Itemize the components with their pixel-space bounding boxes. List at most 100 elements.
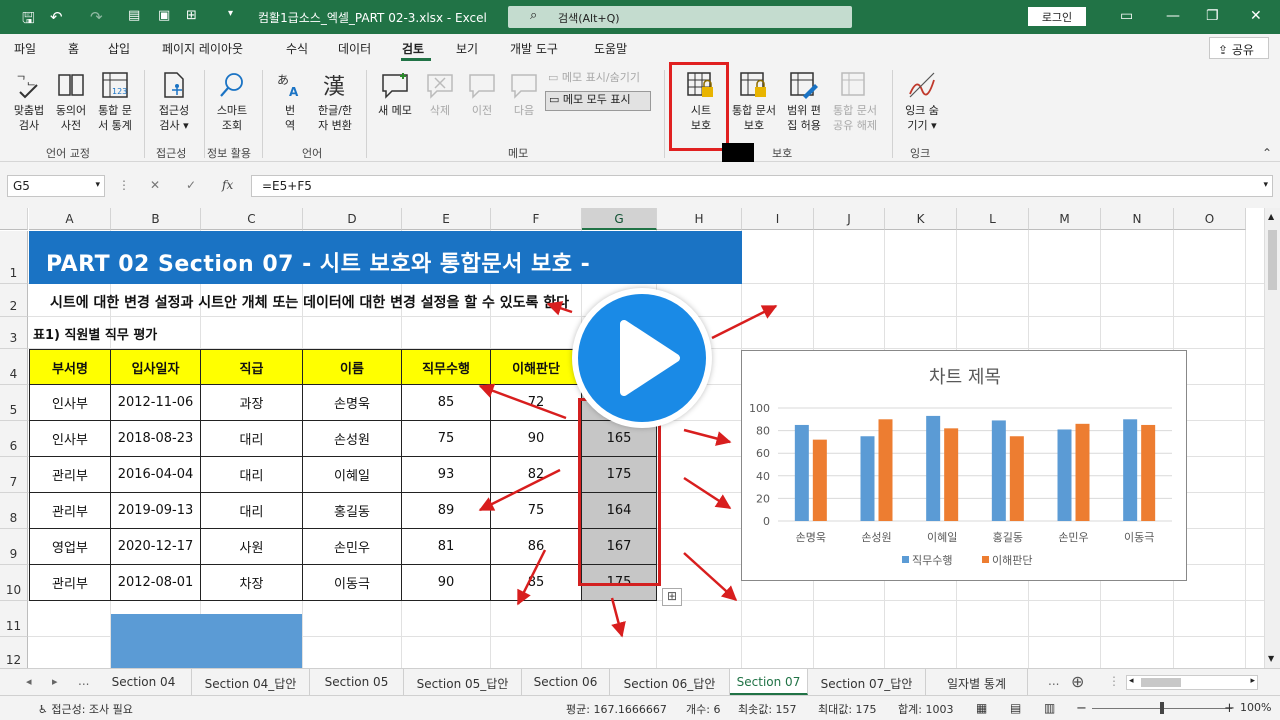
smart-lookup-button[interactable]: 스마트 조회: [210, 70, 254, 133]
menu-review[interactable]: 검토: [402, 40, 424, 57]
enter-icon[interactable]: ✓: [186, 178, 196, 192]
menu-developer[interactable]: 개발 도구: [510, 40, 558, 57]
quick-action-icon[interactable]: ▣: [158, 8, 170, 23]
ribbon-display-icon[interactable]: ▭: [1120, 8, 1133, 24]
arrow: [683, 552, 738, 602]
horizontal-scrollbar[interactable]: ◂ ▸: [1126, 675, 1258, 690]
separator: [204, 70, 205, 158]
search-box[interactable]: ⌕ 검색(Alt+Q): [508, 6, 852, 28]
spelling-icon: ᄀᆫ: [16, 74, 38, 99]
minimize-icon[interactable]: —: [1166, 8, 1180, 24]
arrow: [711, 304, 778, 340]
video-play-button[interactable]: [572, 288, 712, 428]
formula-input[interactable]: =E5+F5 ▾: [251, 175, 1273, 197]
menu-formulas[interactable]: 수식: [286, 40, 308, 57]
format-painter-icon[interactable]: ▤: [128, 8, 140, 23]
page-layout-view-icon[interactable]: ▤: [1010, 701, 1021, 715]
separator: [366, 70, 367, 158]
sheet-tab[interactable]: Section 06_답안: [610, 669, 730, 695]
separator: [144, 70, 145, 158]
allow-edit-ranges-button[interactable]: 범위 편 집 허용: [782, 70, 826, 133]
page-break-view-icon[interactable]: ▥: [1044, 701, 1055, 715]
close-icon[interactable]: ✕: [1250, 8, 1262, 24]
sheet-tab[interactable]: Section 04: [96, 669, 192, 695]
next-memo-label: 다음: [513, 104, 535, 117]
save-icon[interactable]: 🖫: [22, 8, 35, 33]
tab-split-icon[interactable]: ⋮: [1108, 674, 1120, 688]
scroll-down-icon[interactable]: ▼: [1268, 654, 1274, 663]
zoom-slider-thumb[interactable]: [1160, 702, 1164, 714]
redo-icon[interactable]: ↷: [90, 8, 103, 26]
cancel-icon[interactable]: ✕: [150, 178, 160, 192]
undo-icon[interactable]: ↶: [50, 8, 63, 26]
sheet-tab[interactable]: Section 05_답안: [404, 669, 522, 695]
group-insights: 정보 활용: [207, 147, 251, 160]
sheet-tab[interactable]: Section 07: [730, 669, 808, 695]
vertical-scrollbar[interactable]: ▲ ▼: [1264, 208, 1280, 668]
tab-scroll-right-icon[interactable]: ▸: [52, 675, 58, 688]
sheet-tab[interactable]: Section 06: [522, 669, 610, 695]
name-box-dropdown-icon[interactable]: ▾: [95, 180, 100, 190]
add-sheet-icon[interactable]: ⊕: [1071, 672, 1084, 691]
svg-text:漢: 漢: [323, 75, 345, 100]
sheet-tab[interactable]: Section 07_답안: [808, 669, 926, 695]
print-preview-icon[interactable]: ⊞: [186, 8, 197, 23]
insert-function-icon[interactable]: fx: [222, 178, 233, 192]
zoom-level[interactable]: 100%: [1240, 701, 1271, 714]
workbook-statistics-button[interactable]: 123 통합 문 서 통계: [92, 70, 138, 133]
restore-icon[interactable]: ❐: [1206, 8, 1219, 24]
delete-memo-button[interactable]: 삭제: [420, 70, 460, 118]
sheet-tab[interactable]: 일자별 통계: [926, 669, 1028, 695]
normal-view-icon[interactable]: ▦: [976, 701, 987, 715]
protect-workbook-button[interactable]: 통합 문서 보호: [728, 70, 780, 133]
unshare-workbook-button[interactable]: 통합 문서 공유 해제: [828, 70, 882, 133]
login-button[interactable]: 로그인: [1028, 7, 1086, 26]
check-accessibility-button[interactable]: 접근성 검사 ▾: [150, 70, 198, 133]
hscroll-right-icon[interactable]: ▸: [1250, 676, 1255, 686]
share-button[interactable]: ⇪ 공유: [1209, 37, 1269, 59]
separator: [262, 70, 263, 158]
name-box[interactable]: G5 ▾: [7, 175, 105, 197]
translate-button[interactable]: あA 번 역: [270, 70, 310, 133]
protect-workbook-label: 통합 문서 보호: [732, 104, 776, 132]
accessibility-status[interactable]: ♿ 접근성: 조사 필요: [38, 701, 133, 717]
scroll-thumb[interactable]: [1268, 230, 1277, 290]
show-all-memos-button[interactable]: ▭ 메모 모두 표시: [545, 91, 651, 111]
customize-qat-icon[interactable]: ▾: [228, 8, 233, 19]
arrow: [610, 597, 626, 638]
new-memo-button[interactable]: 새 메모: [372, 70, 418, 118]
protect-sheet-highlight: [669, 62, 729, 151]
hscroll-left-icon[interactable]: ◂: [1129, 676, 1134, 686]
menu-view[interactable]: 보기: [456, 40, 478, 57]
menu-bar: 파일 홈 삽입 페이지 레이아웃 수식 데이터 검토 보기 개발 도구 도움말 …: [0, 34, 1280, 62]
sheet-tab[interactable]: Section 04_답안: [192, 669, 310, 695]
scroll-up-icon[interactable]: ▲: [1268, 212, 1274, 221]
sheet-tab-bar: ◂ ▸ ... Section 04 Section 04_답안 Section 0…: [0, 668, 1280, 695]
hscroll-thumb[interactable]: [1141, 678, 1181, 687]
spelling-button[interactable]: ᄀᆫ 맞춤법 검사: [8, 70, 50, 133]
zoom-out-icon[interactable]: −: [1076, 701, 1087, 716]
tab-more-left[interactable]: ...: [78, 674, 89, 688]
next-memo-icon: [511, 74, 537, 99]
collapse-ribbon-icon[interactable]: ⌃: [1262, 146, 1272, 160]
menu-help[interactable]: 도움말: [594, 40, 627, 57]
menu-home[interactable]: 홈: [68, 40, 79, 57]
hide-ink-button[interactable]: 잉크 숨 기기 ▾: [898, 70, 946, 133]
tab-scroll-left-icon[interactable]: ◂: [26, 675, 32, 688]
menu-page-layout[interactable]: 페이지 레이아웃: [162, 40, 243, 57]
thesaurus-button[interactable]: 동의어 사전: [50, 70, 92, 133]
menu-insert[interactable]: 삽입: [108, 40, 130, 57]
arrow: [478, 468, 561, 512]
previous-memo-button[interactable]: 이전: [462, 70, 502, 118]
zoom-in-icon[interactable]: +: [1224, 701, 1235, 716]
arrow: [478, 383, 567, 420]
sheet-tab[interactable]: Section 05: [310, 669, 404, 695]
tab-more-right[interactable]: ...: [1048, 674, 1059, 688]
worksheet-grid[interactable]: ABCDEFGHIJKLMNO 12345678910111213 PART 0…: [0, 208, 1280, 668]
toggle-memo-button[interactable]: ▭ 메모 표시/숨기기: [548, 70, 640, 85]
menu-data[interactable]: 데이터: [338, 40, 371, 57]
expand-formula-icon[interactable]: ▾: [1263, 180, 1268, 190]
next-memo-button[interactable]: 다음: [504, 70, 544, 118]
hangul-hanja-button[interactable]: 漢 한글/한 자 변환: [310, 70, 360, 133]
menu-file[interactable]: 파일: [14, 40, 36, 57]
